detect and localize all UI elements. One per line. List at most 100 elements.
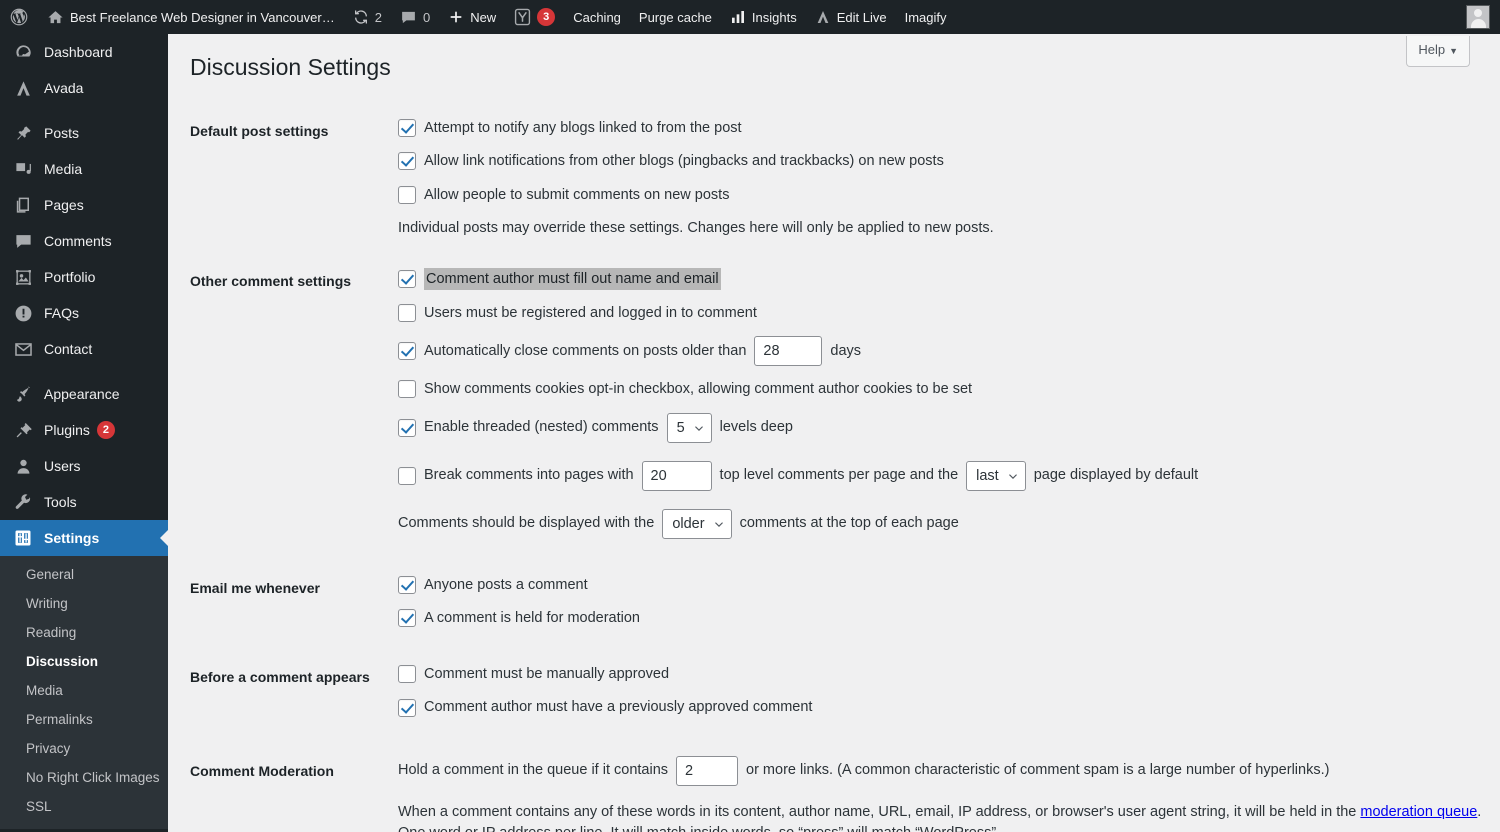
submenu-item-media[interactable]: Media [0,676,168,705]
sidebar-item-tools[interactable]: Tools [0,484,168,520]
option-manual-approval[interactable]: Comment must be manually approved [398,664,1490,684]
purge-cache-menu[interactable]: Purge cache [630,0,721,34]
wrench-icon [12,492,34,512]
sidebar-item-comments[interactable]: Comments [0,223,168,259]
sidebar-item-appearance[interactable]: Appearance [0,376,168,412]
option-label: Comment must be manually approved [424,666,670,683]
checkbox-manual-approval[interactable] [398,665,416,684]
comment-order-lead-label: Comments should be displayed with the [398,515,655,532]
sidebar-item-faqs[interactable]: FAQs [0,295,168,331]
avada-icon [12,78,34,98]
checkbox-allow-pingbacks[interactable] [398,152,416,171]
portfolio-icon [12,267,34,287]
site-name-menu[interactable]: Best Freelance Web Designer in Vancouver… [38,0,344,34]
option-comment-order[interactable]: Comments should be displayed with the ol… [398,508,1490,539]
comment-order-select[interactable]: older [662,508,732,539]
sidebar-item-pages[interactable]: Pages [0,187,168,223]
option-label: Attempt to notify any blogs linked to fr… [424,120,742,136]
option-notify-linked-blogs[interactable]: Attempt to notify any blogs linked to fr… [398,118,1490,138]
close-comments-days-input[interactable] [754,336,823,367]
sidebar-item-posts[interactable]: Posts [0,115,168,151]
option-close-old-comments[interactable]: Automatically close comments on posts ol… [398,336,1490,367]
comments-menu[interactable]: 0 [391,0,439,34]
sidebar-item-plugins[interactable]: Plugins 2 [0,412,168,448]
edit-live-label: Edit Live [836,9,887,25]
help-toggle-button[interactable]: Help ▼ [1406,36,1470,67]
moderation-tail-label: or more links. (A common characteristic … [746,761,1330,778]
checkbox-email-moderation[interactable] [398,608,416,627]
sidebar-item-settings[interactable]: Settings [0,520,168,556]
new-content-menu[interactable]: New [439,0,505,34]
info-circle-icon [12,303,34,323]
thread-depth-select[interactable]: 5 [666,412,712,443]
sidebar-item-media[interactable]: Media [0,151,168,187]
default-post-settings-description: Individual posts may override these sett… [398,219,994,236]
thread-depth-select-wrapper[interactable]: 5 [666,412,712,443]
checkbox-threaded-comments[interactable] [398,418,416,437]
checkbox-paged-comments[interactable] [398,466,416,485]
option-email-moderation[interactable]: A comment is held for moderation [398,608,1490,628]
submenu-item-writing[interactable]: Writing [0,589,168,618]
option-require-registration[interactable]: Users must be registered and logged in t… [398,303,1490,323]
sidebar-item-contact[interactable]: Contact [0,331,168,367]
submenu-item-discussion[interactable]: Discussion [0,647,168,676]
submenu-item-ssl[interactable]: SSL [0,792,168,821]
submenu-item-no-right-click-images[interactable]: No Right Click Images [0,763,168,792]
sidebar-item-label: Contact [44,341,93,357]
moderation-links-input[interactable] [676,755,739,786]
moderation-lead-label: Hold a comment in the queue if it contai… [398,761,669,778]
sidebar-item-portfolio[interactable]: Portfolio [0,259,168,295]
checkbox-comment-cookies[interactable] [398,380,416,399]
submenu-item-permalinks[interactable]: Permalinks [0,705,168,734]
label-other-comment-settings: Other comment settings [190,272,352,289]
checkbox-notify-linked-blogs[interactable] [398,119,416,138]
admin-sidebar: Dashboard Avada Posts Media Pages Commen… [0,34,168,832]
avatar[interactable] [1466,5,1490,29]
option-threaded-comments[interactable]: Enable threaded (nested) comments 5 leve… [398,412,1490,443]
checkbox-email-any-comment[interactable] [398,575,416,594]
field-email-me-whenever: Anyone posts a comment A comment is held… [398,553,1500,643]
insights-menu[interactable]: Insights [721,0,806,34]
checkbox-require-name-email[interactable] [398,269,416,288]
edit-live-menu[interactable]: Edit Live [806,0,896,34]
updates-menu[interactable]: 2 [344,0,391,34]
option-allow-pingbacks[interactable]: Allow link notifications from other blog… [398,151,1490,171]
admin-bar: Best Freelance Web Designer in Vancouver… [0,0,1500,34]
option-email-any-comment[interactable]: Anyone posts a comment [398,575,1490,595]
settings-submenu: General Writing Reading Discussion Media… [0,556,168,829]
option-label: Comment author must have a previously ap… [424,699,813,716]
option-label: Break comments into pages with [424,467,634,484]
sidebar-item-users[interactable]: Users [0,448,168,484]
sidebar-item-label: Tools [44,494,77,510]
label-default-post-settings: Default post settings [190,123,329,139]
wp-logo-menu[interactable] [0,0,38,34]
sidebar-item-label: FAQs [44,305,80,321]
submenu-item-general[interactable]: General [0,560,168,589]
default-page-select[interactable]: last [966,460,1026,491]
imagify-menu[interactable]: Imagify [896,0,956,34]
row-other-comment-settings: Other comment settings Comment author mu… [168,254,1500,553]
checkbox-require-registration[interactable] [398,304,416,323]
yoast-seo-menu[interactable]: 3 [505,0,564,34]
submenu-item-privacy[interactable]: Privacy [0,734,168,763]
comments-per-page-input[interactable] [641,460,712,491]
user-icon [12,456,34,476]
caching-menu[interactable]: Caching [564,0,630,34]
default-page-select-wrapper[interactable]: last [966,460,1026,491]
checkbox-allow-comments[interactable] [398,185,416,204]
sidebar-item-avada[interactable]: Avada [0,70,168,106]
option-require-name-email[interactable]: Comment author must fill out name and em… [398,267,1490,290]
media-icon [12,159,34,179]
comment-order-select-wrapper[interactable]: older [662,508,732,539]
option-paged-comments[interactable]: Break comments into pages with top level… [398,460,1490,491]
option-comment-cookies[interactable]: Show comments cookies opt-in checkbox, a… [398,379,1490,399]
checkbox-close-old-comments[interactable] [398,342,416,361]
label-email-me-whenever: Email me whenever [190,579,320,596]
option-previously-approved[interactable]: Comment author must have a previously ap… [398,697,1490,717]
moderation-queue-link[interactable]: moderation queue [1360,804,1477,820]
submenu-item-reading[interactable]: Reading [0,618,168,647]
field-comment-moderation: Hold a comment in the queue if it contai… [398,732,1500,832]
sidebar-item-dashboard[interactable]: Dashboard [0,34,168,70]
checkbox-previously-approved[interactable] [398,698,416,717]
option-allow-comments[interactable]: Allow people to submit comments on new p… [398,185,1490,205]
